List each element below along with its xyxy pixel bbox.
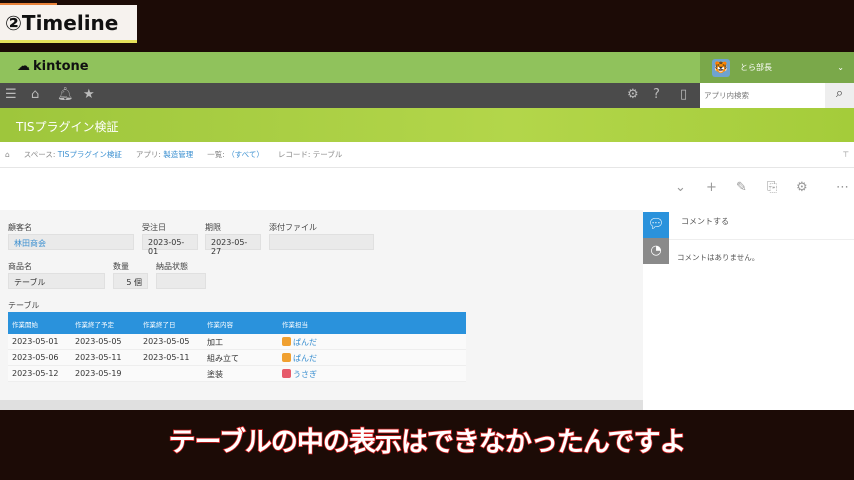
menu-icon[interactable]: ☰ [5,87,17,102]
home-icon[interactable]: ⌂ [31,87,39,102]
help-icon[interactable]: ? [653,87,660,102]
column-header: 作業終了予定 [75,321,114,329]
breadcrumb: ⌂ スペース: TISプラグイン検証 アプリ: 製造管理 一覧: （すべて） レ… [0,142,854,168]
comment-panel: 💬︎ ◔ コメントする コメントはありません。 [643,210,854,410]
table-cell[interactable]: ぱんだ [282,337,317,348]
table-cell[interactable]: ぱんだ [282,353,317,364]
chevron-down-icon: ⌄ [837,63,844,72]
pin-icon[interactable]: ⊤ [842,150,849,159]
horizontal-scrollbar[interactable] [0,400,668,410]
comment-icon[interactable]: 💬︎ [643,212,669,238]
table-cell: 2023-05-05 [75,337,122,346]
mobile-icon[interactable]: ▯ [680,87,687,102]
search-input[interactable]: アプリ内検索 [700,83,825,108]
history-icon[interactable]: ◔ [643,238,669,264]
table-cell: 2023-05-01 [12,337,59,346]
app-header: ☁ kintone 🐯 とら部長 ⌄ [0,52,854,83]
user-avatar-icon [282,337,291,346]
kintone-logo[interactable]: ☁ kintone [17,59,89,74]
record-form: 顧客名 林田商会 受注日 2023-05-01 期限 2023-05-27 添付… [0,210,668,410]
table-cell[interactable]: うさぎ [282,369,317,380]
crumb-list[interactable]: 一覧: （すべて） [207,149,264,160]
banner-title: TISプラグイン検証 [16,120,119,134]
quantity-field[interactable]: 5 個 [113,273,148,289]
overlay-label: ②Timeline [0,5,137,43]
product-field[interactable]: テーブル [8,273,105,289]
more-icon[interactable]: ⋯ [836,180,849,195]
attachment-field[interactable] [269,234,374,250]
no-comments-text: コメントはありません。 [677,253,760,262]
subtable: 作業開始 作業終了予定 作業終了日 作業内容 作業担当 2023-05-01 2023-0… [8,312,466,382]
table-cell: 2023-05-12 [12,369,59,378]
table-cell: 2023-05-11 [75,353,122,362]
column-header: 作業開始 [12,321,38,329]
table-cell: 2023-05-05 [143,337,190,346]
table-cell: 2023-05-06 [12,353,59,362]
cloud-icon: ☁ [17,59,30,74]
gear-icon[interactable]: ⚙ [796,180,808,195]
star-icon[interactable]: ★ [83,87,95,102]
user-avatar-icon [282,353,291,362]
crumb-record: レコード: テーブル [277,150,343,159]
app-banner: TISプラグイン検証 [0,108,854,142]
order-date-field[interactable]: 2023-05-01 [142,234,198,256]
table-row: 2023-05-12 2023-05-19 塗装 うさぎ [8,366,466,382]
table-cell: 組み立て [207,354,239,363]
chevron-down-icon[interactable]: ⌄ [675,180,686,195]
user-avatar-icon [282,369,291,378]
kintone-screen: ☁ kintone 🐯 とら部長 ⌄ ☰ ⌂ 🔔︎ ★ ⚙ ? ▯ アプリ内検索 ⌕ … [0,52,854,410]
table-cell: 加工 [207,338,223,347]
table-cell: 2023-05-11 [143,353,190,362]
table-row: 2023-05-01 2023-05-05 2023-05-05 加工 ぱんだ [8,334,466,350]
nav-bar: ☰ ⌂ 🔔︎ ★ ⚙ ? ▯ アプリ内検索 ⌕ [0,83,854,108]
search-icon[interactable]: ⌕ [825,83,854,108]
user-menu[interactable]: 🐯 とら部長 ⌄ [700,52,854,83]
bell-icon[interactable]: 🔔︎ [57,87,74,102]
table-cell: 2023-05-19 [75,369,122,378]
gear-icon[interactable]: ⚙ [627,87,639,102]
deadline-field[interactable]: 2023-05-27 [205,234,261,256]
table-header: 作業開始 作業終了予定 作業終了日 作業内容 作業担当 [8,312,466,334]
column-header: 作業内容 [207,321,233,329]
status-field[interactable] [156,273,206,289]
customer-field[interactable]: 林田商会 [8,234,134,250]
crumb-space[interactable]: スペース: TISプラグイン検証 [24,149,122,160]
column-header: 作業終了日 [143,321,176,329]
caption: テーブルの中の表示はできなかったんですよ [168,426,688,459]
copy-icon[interactable]: ⎘ [767,180,777,195]
record-toolbar: ⌄ + ✎ ⎘ ⚙ ⋯ [0,168,854,210]
home-icon[interactable]: ⌂ [5,150,10,159]
column-header: 作業担当 [282,321,308,329]
table-row: 2023-05-06 2023-05-11 2023-05-11 組み立て ぱんだ [8,350,466,366]
add-icon[interactable]: + [706,180,717,195]
crumb-app[interactable]: アプリ: 製造管理 [136,149,193,160]
comment-input[interactable]: コメントする [669,212,854,240]
avatar: 🐯 [712,58,730,77]
edit-icon[interactable]: ✎ [736,180,747,195]
table-cell: 塗装 [207,370,223,379]
